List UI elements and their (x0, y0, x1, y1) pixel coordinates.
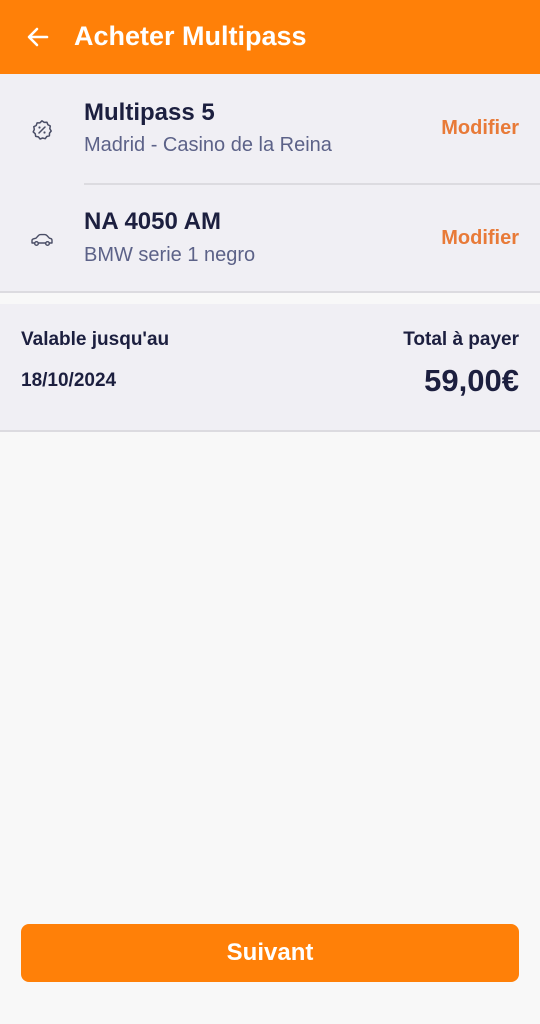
car-icon (28, 226, 56, 254)
page-title: Acheter Multipass (74, 21, 307, 51)
discount-badge-icon (28, 116, 56, 144)
next-button[interactable]: Suivant (21, 924, 519, 982)
multipass-location: Madrid - Casino de la Reina (84, 134, 332, 156)
modify-multipass-button[interactable]: Modifier (441, 114, 519, 142)
purchase-details-card: Multipass 5 Madrid - Casino de la Reina … (0, 74, 540, 293)
back-button[interactable] (20, 19, 56, 55)
modify-vehicle-button[interactable]: Modifier (441, 224, 519, 252)
valid-until-label: Valable jusqu'au (21, 329, 170, 350)
valid-until-date: 18/10/2024 (21, 370, 117, 391)
multipass-title: Multipass 5 (84, 99, 215, 126)
app-screen: Acheter Multipass Multipass 5 Madrid - C… (0, 0, 540, 1024)
vehicle-description: BMW serie 1 negro (84, 244, 256, 266)
app-header: Acheter Multipass (0, 0, 540, 74)
total-label: Total à payer (403, 329, 519, 350)
vehicle-row: NA 4050 AM BMW serie 1 negro Modifier (0, 184, 540, 293)
vehicle-plate: NA 4050 AM (84, 208, 221, 235)
total-amount: 59,00€ (424, 363, 519, 398)
multipass-row: Multipass 5 Madrid - Casino de la Reina … (0, 74, 540, 185)
payment-summary: Valable jusqu'au 18/10/2024 Total à paye… (0, 304, 540, 432)
arrow-left-icon (27, 27, 49, 47)
